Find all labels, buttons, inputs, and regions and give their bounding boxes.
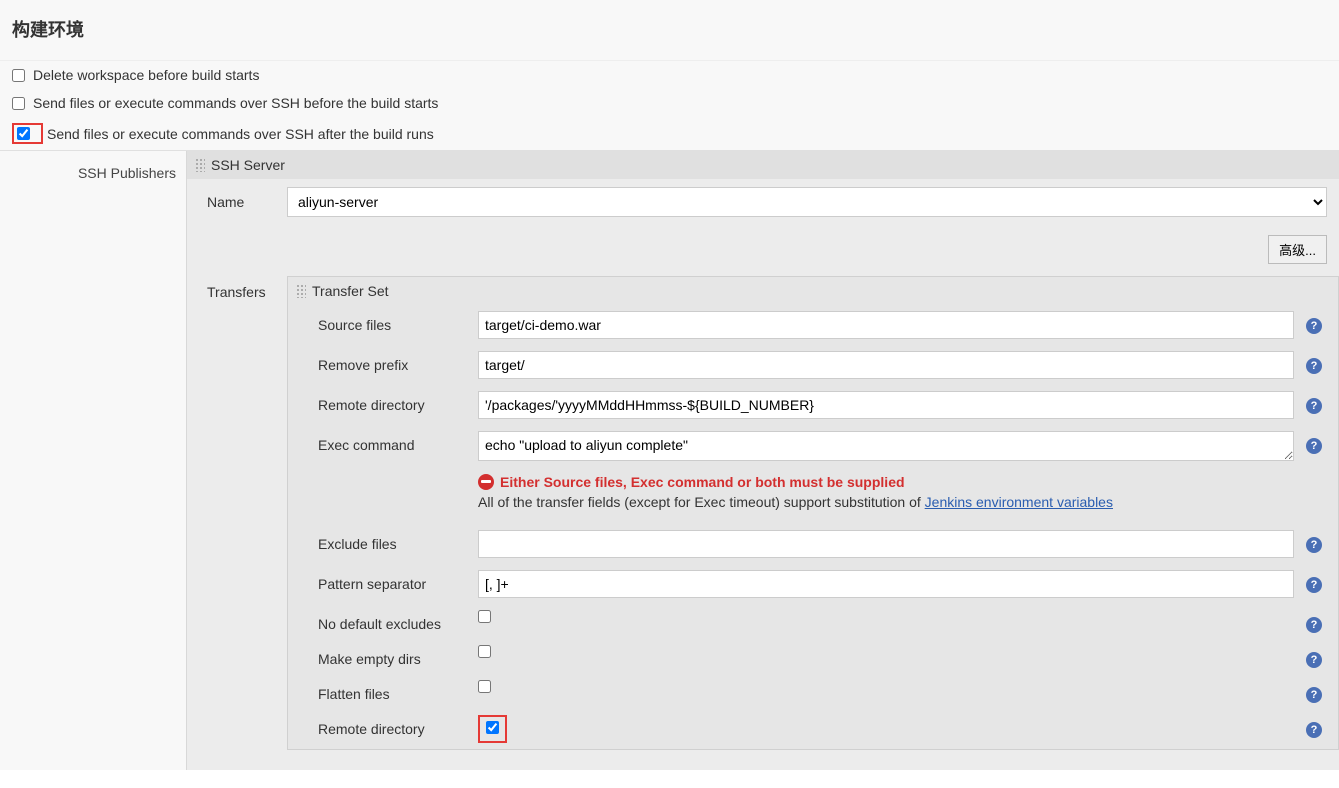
error-icon xyxy=(478,474,494,490)
source-files-input[interactable] xyxy=(478,311,1294,339)
help-icon[interactable]: ? xyxy=(1306,617,1322,633)
advanced-row: 高级... xyxy=(187,225,1339,266)
help-icon[interactable]: ? xyxy=(1306,652,1322,668)
help-icon[interactable]: ? xyxy=(1306,722,1322,738)
exec-command-label: Exec command xyxy=(318,431,478,453)
checkbox-ssh-before[interactable] xyxy=(12,97,25,110)
source-files-label: Source files xyxy=(318,311,478,333)
remote-directory-row: Remote directory ? xyxy=(288,385,1338,425)
remove-prefix-label: Remove prefix xyxy=(318,351,478,373)
ssh-publishers-content: SSH Server Name aliyun-server 高级... Tran… xyxy=(186,151,1339,770)
pattern-separator-row: Pattern separator ? xyxy=(288,564,1338,604)
help-icon[interactable]: ? xyxy=(1306,687,1322,703)
error-row: Either Source files, Exec command or bot… xyxy=(288,470,1338,492)
ssh-server-title: SSH Server xyxy=(211,157,285,173)
drag-handle-icon[interactable] xyxy=(296,284,306,298)
flatten-files-row: Flatten files ? xyxy=(288,674,1338,709)
transfer-set: Transfer Set Source files ? Remove prefi… xyxy=(287,276,1339,750)
help-icon[interactable]: ? xyxy=(1306,577,1322,593)
highlight-box xyxy=(12,123,43,144)
error-text: Either Source files, Exec command or bot… xyxy=(500,474,905,490)
exec-command-textarea[interactable]: echo "upload to aliyun complete" xyxy=(478,431,1294,461)
transfers-label: Transfers xyxy=(207,276,287,750)
transfer-set-header: Transfer Set xyxy=(288,277,1338,305)
env-option-label: Delete workspace before build starts xyxy=(33,67,259,83)
help-icon[interactable]: ? xyxy=(1306,358,1322,374)
make-empty-dirs-checkbox[interactable] xyxy=(478,645,491,658)
remote-directory-cb-row: Remote directory ? xyxy=(288,709,1338,749)
pattern-separator-label: Pattern separator xyxy=(318,570,478,592)
highlight-box xyxy=(478,715,507,743)
make-empty-dirs-row: Make empty dirs ? xyxy=(288,639,1338,674)
advanced-button[interactable]: 高级... xyxy=(1268,235,1327,264)
ssh-server-header: SSH Server xyxy=(187,151,1339,179)
env-option-delete-workspace[interactable]: Delete workspace before build starts xyxy=(0,61,1339,89)
remote-directory-checkbox[interactable] xyxy=(486,721,499,734)
exclude-files-label: Exclude files xyxy=(318,530,478,552)
drag-handle-icon[interactable] xyxy=(195,158,205,172)
help-icon[interactable]: ? xyxy=(1306,398,1322,414)
checkbox-delete-workspace[interactable] xyxy=(12,69,25,82)
remove-prefix-row: Remove prefix ? xyxy=(288,345,1338,385)
env-option-label: Send files or execute commands over SSH … xyxy=(33,95,438,111)
note-row: All of the transfer fields (except for E… xyxy=(288,492,1338,524)
exclude-files-row: Exclude files ? xyxy=(288,524,1338,564)
help-icon[interactable]: ? xyxy=(1306,537,1322,553)
env-vars-link[interactable]: Jenkins environment variables xyxy=(925,494,1113,510)
remote-directory-input[interactable] xyxy=(478,391,1294,419)
flatten-files-checkbox[interactable] xyxy=(478,680,491,693)
transfer-set-title: Transfer Set xyxy=(312,283,389,299)
name-label: Name xyxy=(207,194,287,210)
env-option-ssh-after[interactable]: Send files or execute commands over SSH … xyxy=(0,117,1339,150)
exclude-files-input[interactable] xyxy=(478,530,1294,558)
pattern-separator-input[interactable] xyxy=(478,570,1294,598)
flatten-files-label: Flatten files xyxy=(318,680,478,702)
checkbox-ssh-after[interactable] xyxy=(17,127,30,140)
remote-directory-label: Remote directory xyxy=(318,391,478,413)
env-option-label: Send files or execute commands over SSH … xyxy=(47,126,434,142)
remove-prefix-input[interactable] xyxy=(478,351,1294,379)
env-option-ssh-before[interactable]: Send files or execute commands over SSH … xyxy=(0,89,1339,117)
no-default-excludes-checkbox[interactable] xyxy=(478,610,491,623)
transfers-block: Transfers Transfer Set Source files ? Re… xyxy=(187,266,1339,750)
ssh-publishers-label: SSH Publishers xyxy=(0,151,186,770)
no-default-excludes-row: No default excludes ? xyxy=(288,604,1338,639)
section-header: 构建环境 xyxy=(0,0,1339,61)
note-prefix: All of the transfer fields (except for E… xyxy=(478,494,925,510)
no-default-excludes-label: No default excludes xyxy=(318,610,478,632)
help-icon[interactable]: ? xyxy=(1306,438,1322,454)
ssh-server-name-select[interactable]: aliyun-server xyxy=(287,187,1327,217)
source-files-row: Source files ? xyxy=(288,305,1338,345)
ssh-publishers-block: SSH Publishers SSH Server Name aliyun-se… xyxy=(0,150,1339,770)
help-icon[interactable]: ? xyxy=(1306,318,1322,334)
exec-command-row: Exec command echo "upload to aliyun comp… xyxy=(288,425,1338,470)
ssh-server-name-row: Name aliyun-server xyxy=(187,179,1339,225)
make-empty-dirs-label: Make empty dirs xyxy=(318,645,478,667)
remote-directory-cb-label: Remote directory xyxy=(318,715,478,737)
